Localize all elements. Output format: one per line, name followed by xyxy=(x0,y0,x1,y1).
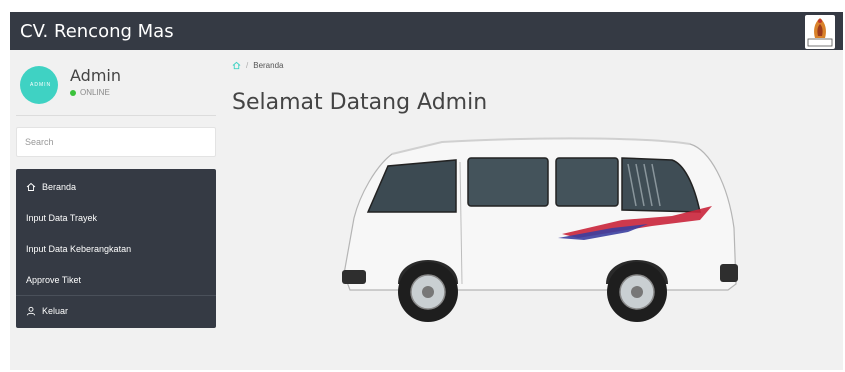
sidebar-item-keluar[interactable]: Keluar xyxy=(16,295,216,326)
user-status: ONLINE xyxy=(70,88,110,97)
sidebar-item-beranda[interactable]: Beranda xyxy=(16,171,216,202)
sidebar-item-label: Keluar xyxy=(42,306,69,316)
user-icon xyxy=(26,306,36,316)
sidebar-item-label: Beranda xyxy=(42,181,77,192)
online-dot-icon xyxy=(70,89,76,96)
home-icon[interactable] xyxy=(232,61,241,70)
breadcrumb: / Beranda xyxy=(232,58,832,72)
sidebar-item-input-data-trayek[interactable]: Input Data Trayek xyxy=(16,202,216,233)
main-content: / Beranda Selamat Datang Admin xyxy=(232,58,832,322)
brand-title[interactable]: CV. Rencong Mas xyxy=(20,21,174,42)
sidebar-item-label: Approve Tiket xyxy=(26,274,82,285)
breadcrumb-separator: / xyxy=(246,60,249,70)
avatar-text: ADMIN xyxy=(30,82,52,88)
top-navbar: CV. Rencong Mas xyxy=(10,12,843,50)
sidebar-item-label: Input Data Trayek xyxy=(26,212,98,223)
minibus-image xyxy=(342,137,738,322)
search-input[interactable] xyxy=(16,127,216,157)
sidebar: ADMIN Admin ONLINE Beranda Input Data Tr… xyxy=(16,58,216,328)
breadcrumb-current: Beranda xyxy=(253,60,284,70)
logo-image xyxy=(805,15,835,49)
sidebar-item-input-data-keberangkatan[interactable]: Input Data Keberangkatan xyxy=(16,233,216,264)
sidebar-item-label: Input Data Keberangkatan xyxy=(26,243,132,254)
sidebar-item-approve-tiket[interactable]: Approve Tiket xyxy=(16,264,216,295)
user-name: Admin xyxy=(70,66,121,85)
avatar: ADMIN xyxy=(20,66,58,104)
app-window: CV. Rencong Mas ADMIN Admin ONLINE Beran… xyxy=(10,12,843,370)
home-icon xyxy=(26,182,36,191)
page-title: Selamat Datang Admin xyxy=(232,90,488,115)
user-panel: ADMIN Admin ONLINE xyxy=(16,58,216,116)
status-label: ONLINE xyxy=(80,88,110,97)
sidebar-menu: Beranda Input Data Trayek Input Data Keb… xyxy=(16,169,216,328)
